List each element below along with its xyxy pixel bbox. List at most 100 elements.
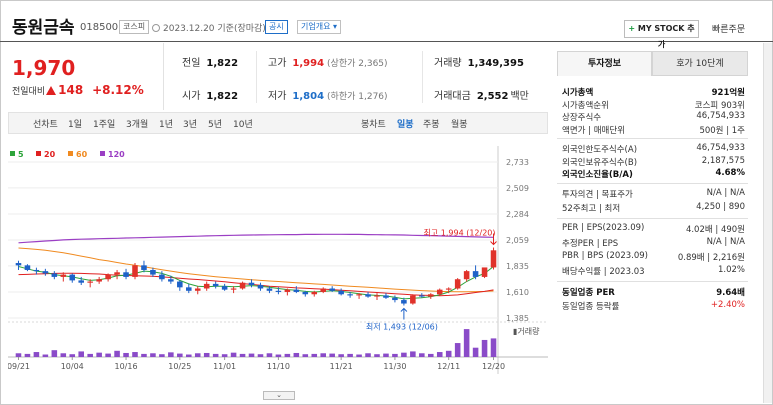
disclosure-button[interactable]: 공시 (265, 20, 288, 34)
candle-body (60, 274, 67, 277)
volume-bar (42, 354, 49, 357)
tab-invest-info[interactable]: 투자정보 (557, 51, 652, 76)
volume-bar (15, 353, 22, 357)
date-label: 2023.12.20 기준(장마감) (163, 24, 266, 34)
volume-bar (436, 352, 443, 357)
candle-body (463, 271, 470, 280)
y-tick-label: 1,835 (506, 262, 529, 271)
info-value: 4.02배 | 490원 (685, 224, 745, 235)
candle-body (87, 281, 93, 283)
tab-1year[interactable]: 1년 (159, 117, 173, 130)
volume-bar (132, 352, 138, 357)
volume-bar (365, 353, 371, 357)
x-tick-label: 11/10 (267, 362, 290, 371)
candle-body (311, 291, 318, 295)
candle-body (427, 294, 434, 297)
mystock-add-button[interactable]: + MY STOCK 추가 (624, 20, 699, 49)
candle-body (374, 295, 380, 297)
x-tick-label: 12/11 (437, 362, 460, 371)
stat-prev: 전일 1,822 (182, 54, 238, 69)
volume-bar (454, 343, 461, 357)
x-tick-label: 09/21 (8, 362, 30, 371)
info-label: PBR | BPS (2023.09) (562, 250, 648, 261)
divider (557, 138, 748, 139)
price-diff: 전일대비 148 +8.12% (12, 83, 144, 97)
candle-body (401, 300, 407, 304)
quick-order-link[interactable]: 빠른주문 (712, 22, 745, 35)
volume-bar (141, 353, 147, 357)
info-value: 500원 | 1주 (699, 125, 745, 136)
chart-expand-button[interactable]: ⌄ (263, 391, 295, 400)
tab-5years[interactable]: 5년 (208, 117, 222, 130)
y-tick-label: 1,610 (506, 288, 529, 297)
info-value: 921억원 (711, 88, 745, 98)
candle-body (248, 282, 255, 286)
tab-1week[interactable]: 1주일 (93, 117, 115, 130)
tab-candle-chart[interactable]: 봉차트 (361, 117, 386, 130)
tab-3years[interactable]: 3년 (183, 117, 197, 130)
info-value: 9.64배 (716, 287, 745, 298)
info-label: 투자의견 | 목표주가 (562, 189, 633, 200)
volume-bar (168, 352, 174, 357)
moving-average-ma120 (18, 233, 494, 244)
x-tick-label: 11/30 (383, 362, 406, 371)
candle-body (230, 288, 237, 290)
market-tag: 코스피 (119, 20, 150, 34)
date-text: 2023.12.20 기준(장마감) (152, 21, 266, 34)
candle-body (275, 290, 282, 292)
tab-monthly[interactable]: 월봉 (451, 117, 468, 130)
tab-daily[interactable]: 일봉 (397, 117, 414, 130)
y-tick-label: 2,733 (506, 158, 529, 167)
stock-code: 018500 (80, 22, 119, 33)
tab-10years[interactable]: 10년 (233, 117, 253, 130)
volume-bar (60, 353, 67, 357)
volume-bar (194, 353, 201, 357)
tab-3months[interactable]: 3개월 (126, 117, 148, 130)
info-label: 외국인소진율(B/A) (562, 170, 633, 180)
candle-body (410, 295, 416, 304)
stat-low-limit: (하한가 1,276) (327, 92, 388, 102)
scrollbar[interactable] (763, 43, 772, 403)
info-label: 액면가 | 매매단위 (562, 125, 626, 136)
stock-header: 동원금속 018500 코스피 2023.12.20 기준(장마감) 공시 기업… (0, 0, 773, 49)
info-label: 배당수익률 | 2023.03 (562, 266, 645, 277)
candle-body (266, 288, 273, 291)
volume-bar (230, 352, 237, 357)
max-annotation: 최고 1,994 (12/20) (424, 228, 496, 238)
volume-bar (392, 353, 398, 357)
volume-bar (150, 353, 156, 357)
candle-body (329, 288, 335, 291)
info-label: 시가총액 (562, 88, 594, 98)
volume-bar (114, 350, 120, 357)
volume-bar (383, 353, 389, 357)
chevron-down-icon: ⌄ (276, 391, 282, 399)
info-label: 52주최고 | 최저 (562, 203, 621, 214)
x-tick-label: 10/25 (168, 362, 191, 371)
candle-body (481, 267, 488, 277)
stat-amount-unit: 백만 (510, 91, 529, 102)
volume-bar (427, 353, 434, 357)
tab-line-chart[interactable]: 선차트 (33, 117, 58, 130)
chart-tab-bar: 선차트 1일 1주일 3개월 1년 3년 5년 10년 봉차트 일봉 주봉 월봉 (8, 112, 548, 134)
candle-body (347, 294, 353, 296)
candle-body (392, 297, 398, 301)
candle-body (472, 271, 479, 277)
info-value: +2.40% (710, 299, 745, 310)
stat-high: 고가 1,994 (상한가 2,365) (268, 54, 388, 69)
chevron-down-icon: ▾ (333, 22, 338, 31)
volume-bar (96, 352, 102, 357)
stat-prev-value: 1,822 (206, 58, 239, 69)
volume-bar (78, 351, 85, 357)
info-value: 4.68% (715, 168, 746, 178)
volume-bar (248, 353, 255, 357)
info-label: 외국인보유주식수(B) (562, 157, 638, 168)
divider (557, 217, 748, 219)
candle-body (69, 274, 76, 281)
stat-prev-label: 전일 (182, 58, 201, 69)
volume-bar (87, 353, 93, 357)
candle-body (96, 279, 102, 282)
tab-quote-10[interactable]: 호가 10단계 (652, 51, 748, 76)
company-info-dropdown[interactable]: 기업개요 ▾ (297, 20, 342, 34)
tab-1day[interactable]: 1일 (68, 117, 82, 130)
tab-weekly[interactable]: 주봉 (423, 117, 440, 130)
